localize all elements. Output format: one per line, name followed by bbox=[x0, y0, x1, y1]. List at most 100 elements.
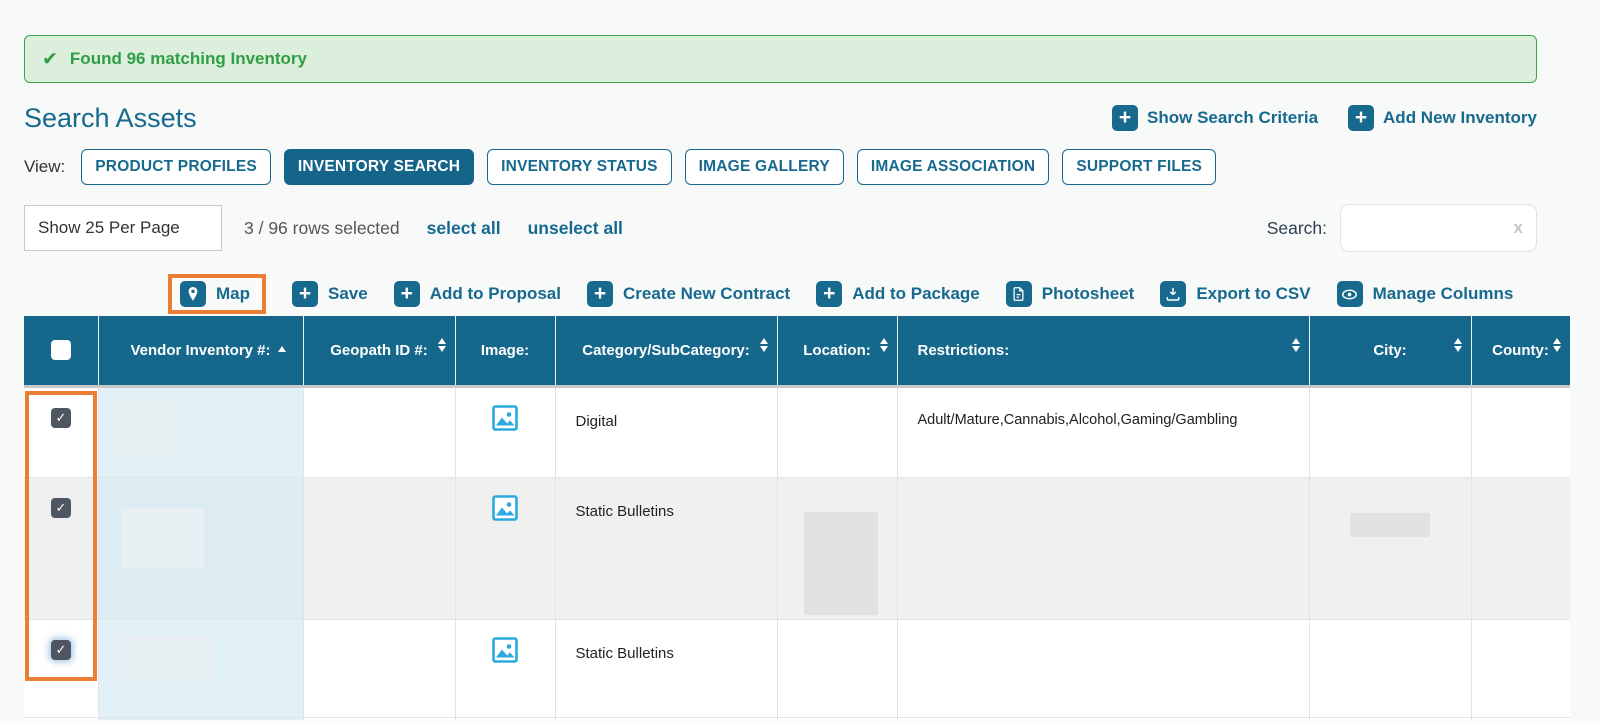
col-header-location[interactable]: Location: bbox=[777, 316, 897, 386]
manage-columns-button[interactable]: Manage Columns bbox=[1337, 281, 1514, 307]
create-new-contract-button[interactable]: + Create New Contract bbox=[587, 281, 790, 307]
search-box: x bbox=[1340, 204, 1537, 252]
add-new-inventory-button[interactable]: + Add New Inventory bbox=[1348, 105, 1537, 131]
restrictions-cell bbox=[897, 619, 1309, 717]
add-to-proposal-button[interactable]: + Add to Proposal bbox=[394, 281, 561, 307]
redacted-value bbox=[1350, 513, 1430, 537]
add-to-proposal-label: Add to Proposal bbox=[430, 284, 561, 304]
tab-image-gallery[interactable]: IMAGE GALLERY bbox=[685, 149, 844, 185]
col-header-category[interactable]: Category/SubCategory: bbox=[555, 316, 777, 386]
image-cell bbox=[455, 619, 555, 717]
header-actions: + Show Search Criteria + Add New Invento… bbox=[1112, 105, 1537, 131]
plus-icon: + bbox=[292, 281, 318, 307]
image-cell bbox=[455, 477, 555, 619]
add-to-package-label: Add to Package bbox=[852, 284, 980, 304]
row-select-cell: ✓ bbox=[24, 386, 98, 477]
row-select-cell bbox=[24, 717, 98, 720]
table-row: ✓ Static Bulletins bbox=[24, 477, 1570, 619]
geopath-id-cell bbox=[303, 619, 455, 717]
plus-icon: + bbox=[394, 281, 420, 307]
col-header-geopath-id[interactable]: Geopath ID #: bbox=[303, 316, 455, 386]
clear-search-icon[interactable]: x bbox=[1514, 218, 1523, 238]
unselect-all-link[interactable]: unselect all bbox=[528, 218, 623, 239]
page-content: ✔ Found 96 matching Inventory Search Ass… bbox=[0, 35, 1600, 720]
city-cell bbox=[1309, 477, 1471, 619]
tab-support-files[interactable]: SUPPORT FILES bbox=[1062, 149, 1216, 185]
search-label: Search: bbox=[1267, 218, 1327, 239]
list-controls: Show 25 Per Page 3 / 96 rows selected se… bbox=[24, 205, 1537, 251]
redacted-value bbox=[116, 635, 213, 680]
county-cell bbox=[1471, 477, 1570, 619]
restrictions-cell: Adult/Mature,Cannabis,Alcohol,Gaming/Gam… bbox=[897, 386, 1309, 477]
create-new-contract-label: Create New Contract bbox=[623, 284, 790, 304]
category-cell: Static Bulletins bbox=[555, 477, 777, 619]
sort-icon[interactable] bbox=[1553, 338, 1561, 352]
tab-image-association[interactable]: IMAGE ASSOCIATION bbox=[857, 149, 1049, 185]
photosheet-label: Photosheet bbox=[1042, 284, 1135, 304]
table-row bbox=[24, 717, 1570, 720]
search-input[interactable] bbox=[1354, 219, 1514, 237]
category-cell: Digital bbox=[555, 386, 777, 477]
download-icon bbox=[1160, 281, 1186, 307]
inventory-table-wrap: Vendor Inventory #: Geopath ID #: Image:… bbox=[24, 316, 1570, 720]
tab-product-profiles[interactable]: PRODUCT PROFILES bbox=[81, 149, 271, 185]
row-checkbox-checked[interactable]: ✓ bbox=[51, 498, 71, 518]
sort-asc-icon[interactable] bbox=[278, 329, 286, 346]
table-header-row: Vendor Inventory #: Geopath ID #: Image:… bbox=[24, 316, 1570, 386]
select-all-header-cell bbox=[24, 316, 98, 386]
save-button[interactable]: + Save bbox=[292, 281, 368, 307]
col-header-image[interactable]: Image: bbox=[455, 316, 555, 386]
inventory-table: Vendor Inventory #: Geopath ID #: Image:… bbox=[24, 316, 1570, 720]
add-to-package-button[interactable]: + Add to Package bbox=[816, 281, 980, 307]
city-cell bbox=[1309, 386, 1471, 477]
export-to-csv-button[interactable]: Export to CSV bbox=[1160, 281, 1310, 307]
sort-icon[interactable] bbox=[880, 338, 888, 352]
success-banner: ✔ Found 96 matching Inventory bbox=[24, 35, 1537, 83]
banner-message: Found 96 matching Inventory bbox=[70, 49, 307, 69]
plus-icon: + bbox=[1112, 105, 1138, 131]
sort-icon[interactable] bbox=[1454, 338, 1462, 352]
plus-icon: + bbox=[587, 281, 613, 307]
tab-inventory-status[interactable]: INVENTORY STATUS bbox=[487, 149, 672, 185]
tab-inventory-search[interactable]: INVENTORY SEARCH bbox=[284, 149, 474, 185]
sort-icon[interactable] bbox=[438, 338, 446, 352]
row-checkbox-checked[interactable]: ✓ bbox=[51, 408, 71, 428]
map-pin-icon bbox=[180, 281, 206, 307]
location-cell bbox=[777, 477, 897, 619]
col-header-city[interactable]: City: bbox=[1309, 316, 1471, 386]
sort-icon[interactable] bbox=[1292, 338, 1300, 352]
redacted-value bbox=[804, 512, 878, 615]
photosheet-button[interactable]: Photosheet bbox=[1006, 281, 1135, 307]
table-row: ✓ Static Bulletins bbox=[24, 619, 1570, 717]
vendor-inventory-cell bbox=[98, 717, 303, 720]
location-cell bbox=[777, 619, 897, 717]
plus-icon: + bbox=[1348, 105, 1374, 131]
row-checkbox-checked[interactable]: ✓ bbox=[51, 640, 71, 660]
export-to-csv-label: Export to CSV bbox=[1196, 284, 1310, 304]
save-label: Save bbox=[328, 284, 368, 304]
map-label: Map bbox=[216, 284, 250, 304]
image-icon[interactable] bbox=[492, 495, 518, 521]
show-search-criteria-button[interactable]: + Show Search Criteria bbox=[1112, 105, 1318, 131]
geopath-id-cell bbox=[303, 477, 455, 619]
image-icon[interactable] bbox=[492, 405, 518, 431]
vendor-inventory-cell bbox=[98, 386, 303, 477]
add-new-inventory-label: Add New Inventory bbox=[1383, 108, 1537, 128]
restrictions-cell bbox=[897, 477, 1309, 619]
pdf-file-icon bbox=[1006, 281, 1032, 307]
col-header-restrictions[interactable]: Restrictions: bbox=[897, 316, 1309, 386]
geopath-id-cell bbox=[303, 386, 455, 477]
plus-icon: + bbox=[816, 281, 842, 307]
page-title: Search Assets bbox=[24, 103, 197, 134]
select-all-checkbox[interactable] bbox=[51, 340, 71, 360]
sort-icon[interactable] bbox=[760, 338, 768, 352]
col-header-county[interactable]: County: bbox=[1471, 316, 1570, 386]
select-all-link[interactable]: select all bbox=[427, 218, 501, 239]
image-icon[interactable] bbox=[492, 637, 518, 663]
county-cell bbox=[1471, 386, 1570, 477]
city-cell bbox=[1309, 619, 1471, 717]
per-page-select[interactable]: Show 25 Per Page bbox=[24, 205, 222, 251]
col-header-vendor-inventory[interactable]: Vendor Inventory #: bbox=[98, 316, 303, 386]
map-button[interactable]: Map bbox=[168, 274, 266, 314]
actions-toolbar: Map + Save + Add to Proposal + Create Ne… bbox=[168, 272, 1600, 316]
